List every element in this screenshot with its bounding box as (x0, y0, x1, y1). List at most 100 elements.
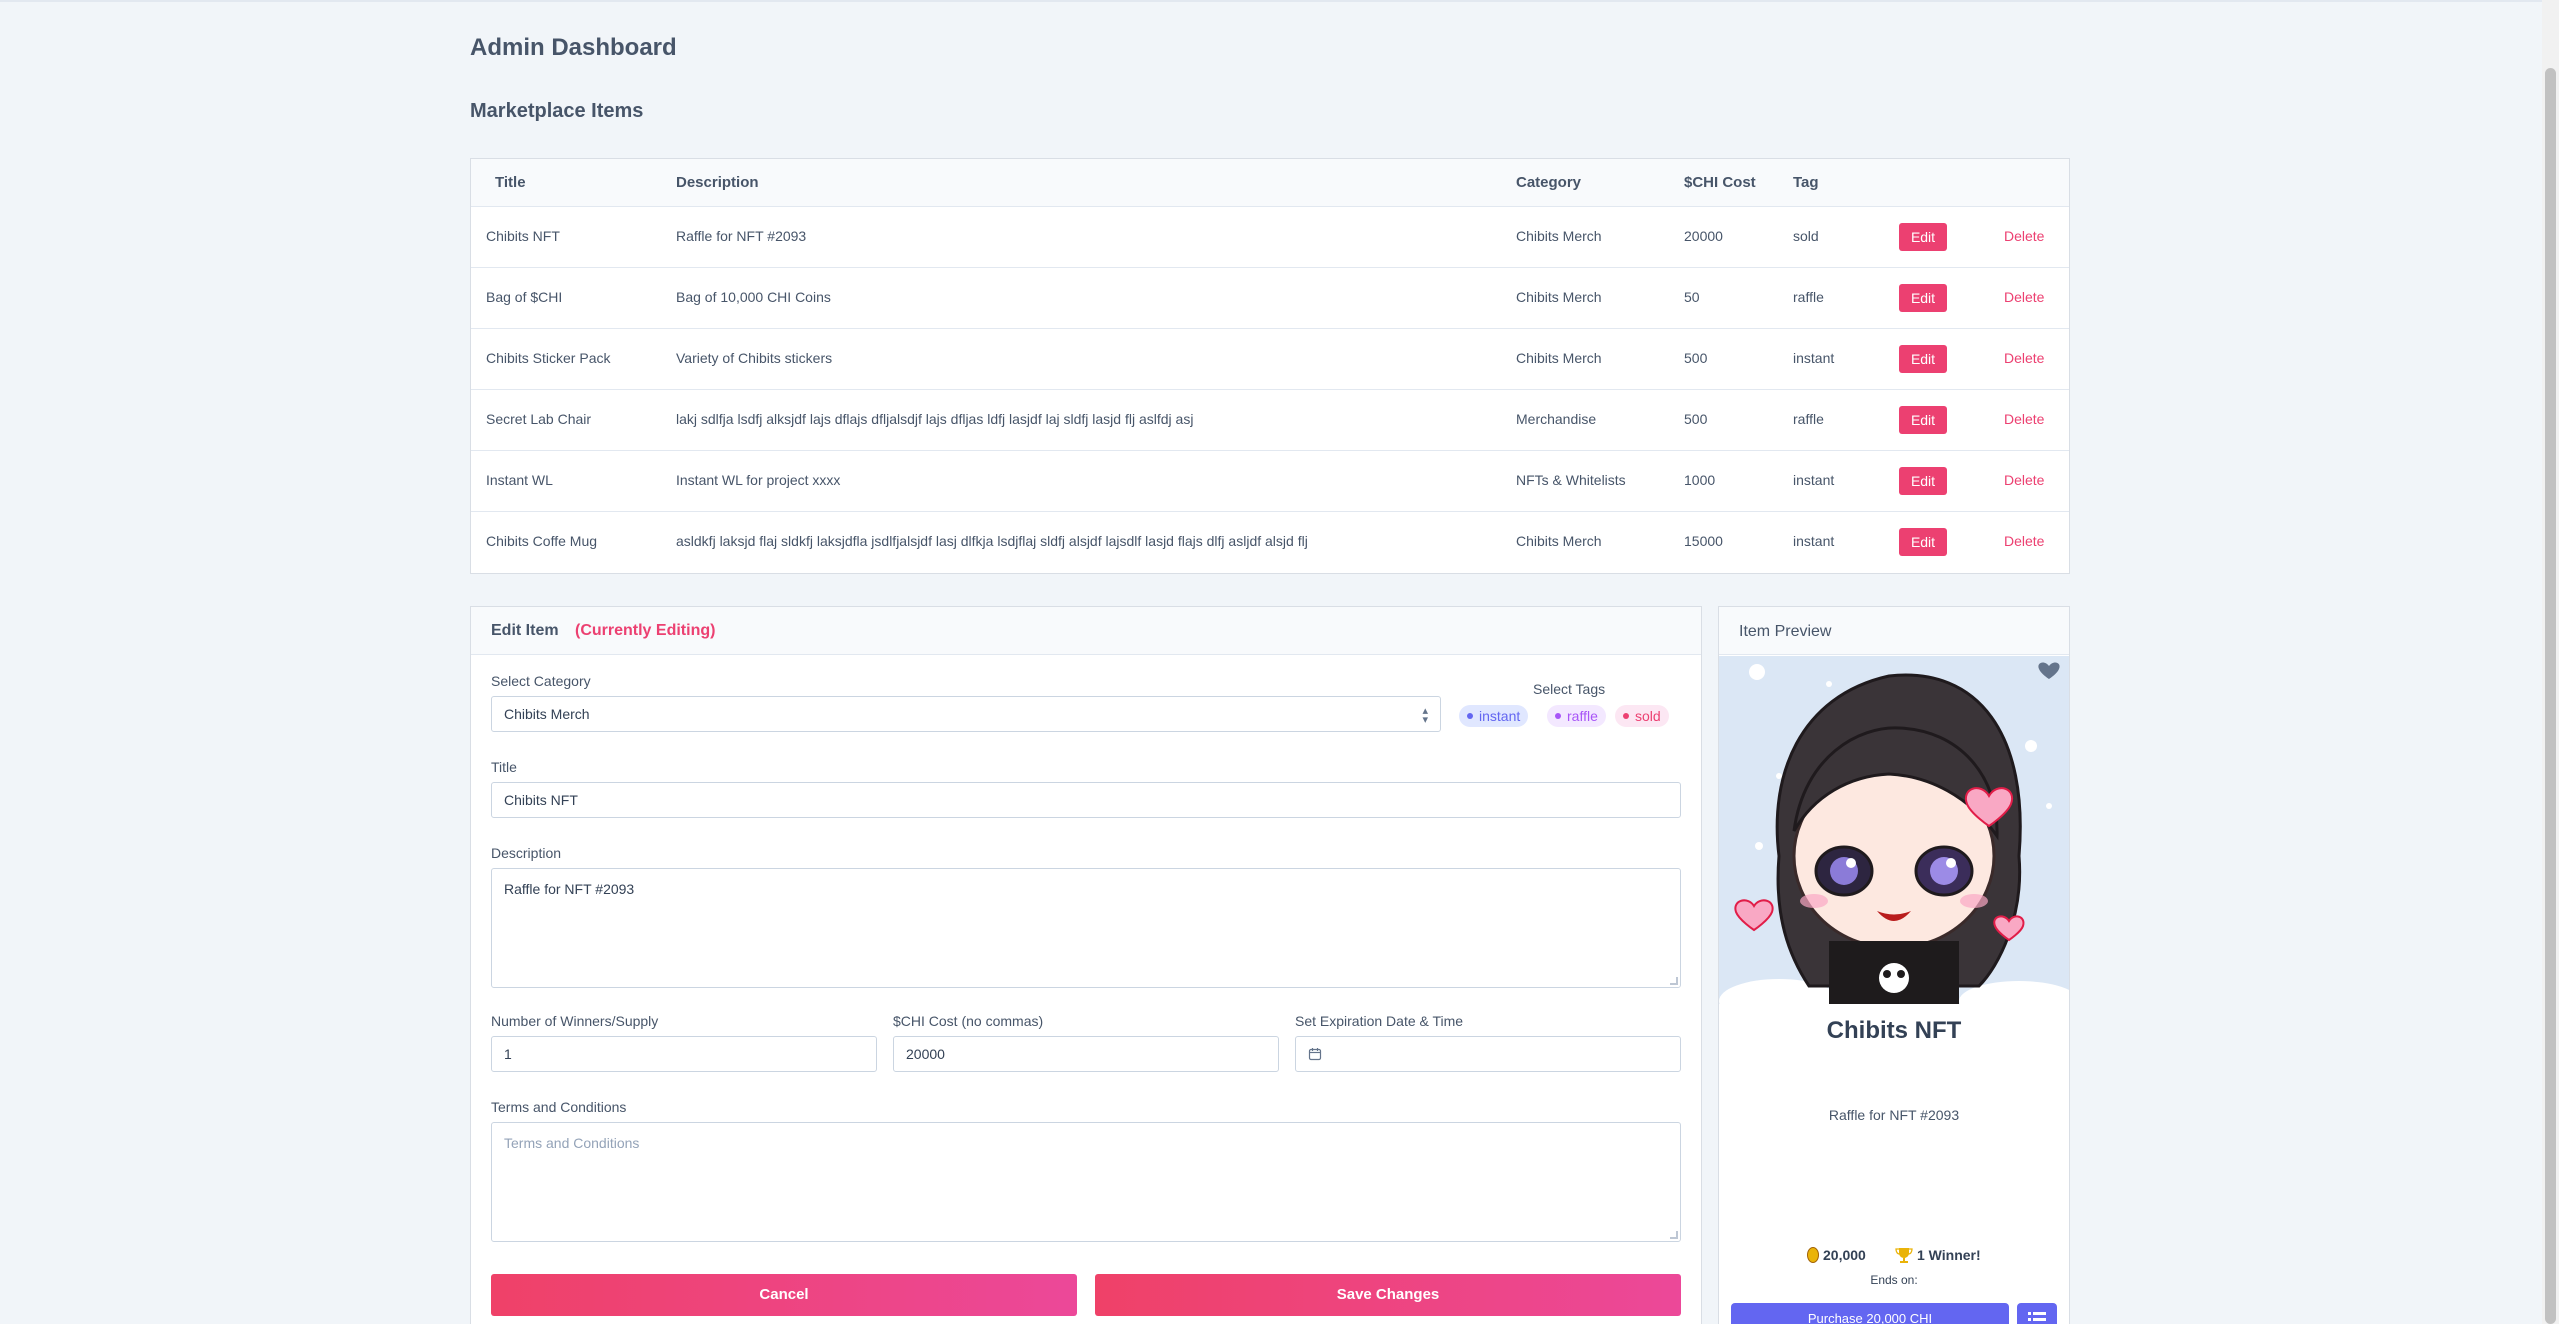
category-label: Select Category (491, 673, 591, 689)
description-label: Description (491, 845, 562, 861)
cell-tag: instant (1793, 533, 1835, 549)
cell-cost: 20000 (1684, 228, 1723, 244)
table-row: Chibits Coffe Mug asldkfj laksjd flaj sl… (471, 512, 2069, 573)
column-cost: $CHI Cost (1684, 174, 1756, 191)
tag-instant[interactable]: instant (1459, 705, 1529, 727)
editing-status: (Currently Editing) (575, 622, 716, 639)
cell-category: Chibits Merch (1516, 350, 1602, 366)
cell-description: lakj sdlfja lsdfj alksjdf lajs dflajs df… (676, 411, 1194, 427)
edit-button[interactable]: Edit (1899, 223, 1947, 251)
cell-description: Variety of Chibits stickers (676, 350, 833, 366)
list-button[interactable] (2017, 1303, 2057, 1324)
cancel-button[interactable]: Cancel (491, 1274, 1077, 1316)
scrollbar[interactable] (2542, 0, 2559, 1324)
page-title: Admin Dashboard (470, 34, 677, 61)
chibi-character-image (1719, 656, 2069, 1004)
delete-button[interactable]: Delete (2004, 411, 2044, 427)
expiration-label: Set Expiration Date & Time (1295, 1013, 1464, 1029)
delete-button[interactable]: Delete (2004, 228, 2044, 244)
winners-label: Number of Winners/Supply (491, 1013, 659, 1029)
preview-item-description: Raffle for NFT #2093 (1828, 1107, 1960, 1123)
cell-description: Bag of 10,000 CHI Coins (676, 289, 831, 305)
list-icon (2028, 1312, 2046, 1321)
preview-cost-value: 20,000 (1823, 1247, 1866, 1263)
preview-ends-on: Ends on: (1870, 1273, 1918, 1287)
description-textarea-value: Raffle for NFT #2093 (504, 881, 635, 897)
cell-tag: sold (1793, 228, 1819, 244)
item-preview-card: Item Preview Chibits NFT Raffle for NFT … (1718, 606, 2070, 1324)
edit-item-card: Edit Item (Currently Editing) Select Cat… (470, 606, 1702, 1324)
table-row: Bag of $CHI Bag of 10,000 CHI Coins Chib… (471, 268, 2069, 329)
cell-description: Raffle for NFT #2093 (676, 228, 807, 244)
cell-title: Chibits Sticker Pack (486, 350, 611, 366)
title-input[interactable]: Chibits NFT (491, 782, 1681, 818)
tag-label: instant (1479, 708, 1521, 724)
tag-raffle[interactable]: raffle (1547, 705, 1606, 727)
trophy-icon (1895, 1248, 1913, 1263)
resize-grip-icon[interactable] (1670, 977, 1678, 985)
edit-button[interactable]: Edit (1899, 406, 1947, 434)
purchase-button[interactable]: Purchase 20,000 CHI (1731, 1303, 2009, 1324)
table-header: Title Description Category $CHI Cost Tag (471, 159, 2069, 207)
terms-textarea[interactable]: Terms and Conditions (491, 1122, 1681, 1242)
cell-category: Chibits Merch (1516, 228, 1602, 244)
tags-label: Select Tags (1533, 681, 1606, 697)
cell-cost: 500 (1684, 411, 1708, 427)
marketplace-table: Title Description Category $CHI Cost Tag… (470, 158, 2070, 574)
cell-cost: 500 (1684, 350, 1708, 366)
cell-description: asldkfj laksjd flaj sldkfj laksjdfla jsd… (676, 533, 1308, 549)
terms-label: Terms and Conditions (491, 1099, 627, 1115)
category-select-value: Chibits Merch (504, 706, 590, 722)
description-textarea[interactable]: Raffle for NFT #2093 (491, 868, 1681, 988)
edit-button[interactable]: Edit (1899, 528, 1947, 556)
column-description: Description (676, 174, 759, 191)
item-preview-header: Item Preview (1719, 607, 2069, 655)
expiration-input[interactable] (1295, 1036, 1681, 1072)
edit-item-header: Edit Item (Currently Editing) (471, 607, 1701, 655)
save-changes-button[interactable]: Save Changes (1095, 1274, 1681, 1316)
resize-grip-icon[interactable] (1670, 1231, 1678, 1239)
cell-title: Secret Lab Chair (486, 411, 592, 427)
preview-winners: 1 Winner! (1895, 1247, 1981, 1263)
preview-cost: 20,000 (1807, 1247, 1866, 1263)
edit-button[interactable]: Edit (1899, 345, 1947, 373)
cell-description: Instant WL for project xxxx (676, 472, 841, 488)
column-category: Category (1516, 174, 1582, 191)
cell-category: Chibits Merch (1516, 533, 1602, 549)
cell-category: NFTs & Whitelists (1516, 472, 1626, 488)
item-preview-title: Item Preview (1739, 623, 1832, 640)
cell-category: Chibits Merch (1516, 289, 1602, 305)
category-select[interactable]: Chibits Merch ▴ ▾ (491, 696, 1441, 732)
winners-input[interactable]: 1 (491, 1036, 877, 1072)
cell-category: Merchandise (1516, 411, 1597, 427)
coin-icon (1807, 1247, 1819, 1263)
edit-button[interactable]: Edit (1899, 284, 1947, 312)
delete-button[interactable]: Delete (2004, 533, 2044, 549)
tag-sold[interactable]: sold (1615, 705, 1669, 727)
cell-tag: instant (1793, 472, 1835, 488)
terms-placeholder: Terms and Conditions (504, 1135, 640, 1151)
delete-button[interactable]: Delete (2004, 289, 2044, 305)
top-border (0, 0, 2559, 2)
winners-input-value: 1 (504, 1046, 512, 1062)
preview-item-title: Chibits NFT (1826, 1017, 1962, 1044)
cell-cost: 1000 (1684, 472, 1716, 488)
cell-cost: 50 (1684, 289, 1700, 305)
scrollbar-thumb[interactable] (2545, 68, 2556, 1324)
table-row: Instant WL Instant WL for project xxxx N… (471, 451, 2069, 512)
cost-label: $CHI Cost (no commas) (893, 1013, 1044, 1029)
cell-title: Bag of $CHI (486, 289, 563, 305)
cell-tag: raffle (1793, 289, 1824, 305)
delete-button[interactable]: Delete (2004, 350, 2044, 366)
item-image (1719, 656, 2069, 1004)
delete-button[interactable]: Delete (2004, 472, 2044, 488)
column-tag: Tag (1793, 174, 1819, 191)
cost-input[interactable]: 20000 (893, 1036, 1279, 1072)
table-row: Chibits Sticker Pack Variety of Chibits … (471, 329, 2069, 390)
table-row: Chibits NFT Raffle for NFT #2093 Chibits… (471, 207, 2069, 268)
tag-label: sold (1635, 708, 1661, 724)
cell-title: Chibits Coffe Mug (486, 533, 598, 549)
title-label: Title (491, 759, 517, 775)
edit-button[interactable]: Edit (1899, 467, 1947, 495)
cell-title: Chibits NFT (486, 228, 560, 244)
